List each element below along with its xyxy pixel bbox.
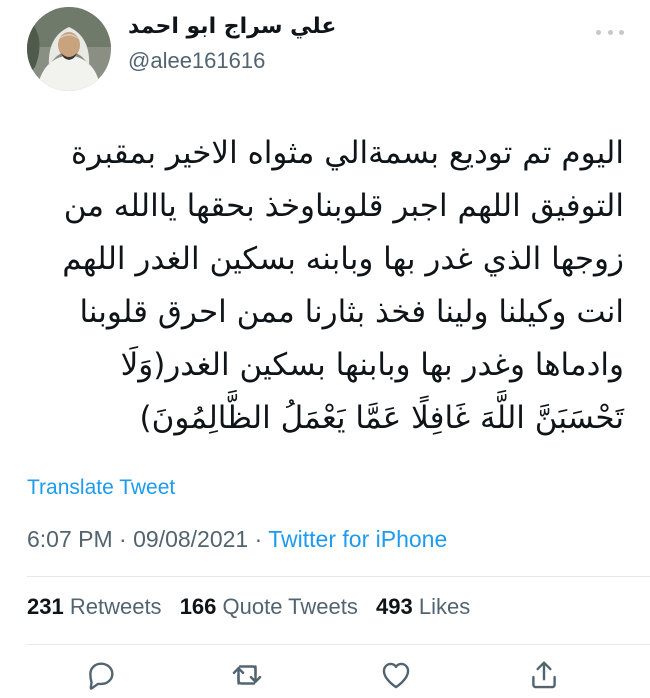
tweet-source-link[interactable]: Twitter for iPhone xyxy=(268,526,447,552)
likes-stat[interactable]: 493 Likes xyxy=(376,594,470,620)
retweet-icon xyxy=(232,665,262,685)
display-name[interactable]: علي سراج ابو احمد xyxy=(128,12,336,42)
meta-separator: · xyxy=(112,526,134,552)
meta-separator: · xyxy=(248,526,269,552)
avatar[interactable] xyxy=(27,7,111,91)
username[interactable]: @alee161616 xyxy=(128,46,336,76)
tweet-stats: 231 Retweets 166 Quote Tweets 493 Likes xyxy=(27,594,482,620)
quote-tweets-label: Quote Tweets xyxy=(222,594,358,619)
more-options-icon[interactable] xyxy=(596,22,624,42)
heart-icon xyxy=(382,662,410,689)
dot xyxy=(596,29,601,35)
translate-tweet-link[interactable]: Translate Tweet xyxy=(27,476,175,500)
tweet-line: وادماها وغدر بها وبابنها بسكين الغدر(وَل… xyxy=(120,347,624,383)
retweets-stat[interactable]: 231 Retweets xyxy=(27,594,162,620)
likes-label: Likes xyxy=(418,594,471,619)
tweet-line: اليوم تم توديع بسمةالي مثواه الاخير بمقب… xyxy=(71,135,624,171)
tweet-time[interactable]: 6:07 PM xyxy=(27,526,113,552)
retweets-count: 231 xyxy=(27,594,64,619)
share-button[interactable] xyxy=(527,658,567,698)
tweet-text: اليوم تم توديع بسمةالي مثواه الاخير بمقب… xyxy=(24,127,624,445)
profile-photo-icon xyxy=(27,7,111,91)
retweets-label: Retweets xyxy=(69,594,162,619)
divider xyxy=(27,576,650,577)
quote-tweets-stat[interactable]: 166 Quote Tweets xyxy=(180,594,358,620)
tweet-actions xyxy=(0,652,650,694)
like-button[interactable] xyxy=(379,658,419,698)
reply-icon xyxy=(89,662,114,690)
tweet-meta: 6:07 PM · 09/08/2021 · Twitter for iPhon… xyxy=(27,526,447,553)
dot xyxy=(619,29,624,35)
quote-tweets-count: 166 xyxy=(179,594,217,619)
tweet-line: زوجها الذي غدر بها وبابنه بسكين الغدر ال… xyxy=(62,241,624,277)
share-icon xyxy=(532,661,556,689)
author-block[interactable]: علي سراج ابو احمد @alee161616 xyxy=(128,12,336,76)
reply-button[interactable] xyxy=(84,658,124,698)
dot xyxy=(607,29,613,35)
tweet-line: تَحْسَبَنَّ اللَّهَ غَافِلًا عَمَّا يَعْ… xyxy=(139,400,624,436)
retweet-button[interactable] xyxy=(230,658,270,698)
tweet-line: التوفيق اللهم اجبر قلوبناوخذ بحقها ياالل… xyxy=(63,188,624,224)
likes-count: 493 xyxy=(376,594,413,619)
tweet-line: انت وكيلنا ولينا فخذ بثارنا ممن احرق قلو… xyxy=(79,294,624,330)
tweet-date[interactable]: 09/08/2021 xyxy=(133,526,248,552)
divider xyxy=(27,644,650,645)
